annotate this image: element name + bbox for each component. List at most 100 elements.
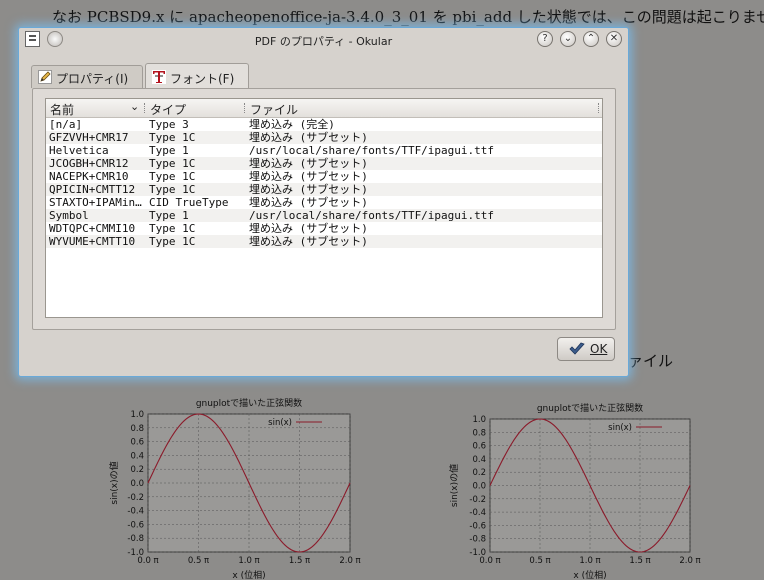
x-tick-label: 0.5 π bbox=[188, 556, 209, 566]
x-tick-label: 1.0 π bbox=[238, 556, 259, 566]
x-tick-label: 2.0 π bbox=[339, 556, 360, 566]
help-button[interactable]: ? bbox=[537, 31, 553, 47]
font-file-cell: /usr/local/share/fonts/TTF/ipagui.ttf bbox=[249, 144, 495, 157]
font-file-cell: 埋め込み (サブセット) bbox=[249, 235, 368, 248]
ok-button-label: OK bbox=[590, 342, 608, 356]
font-type-cell: Type 1 bbox=[149, 144, 189, 157]
font-type-cell: Type 1C bbox=[149, 157, 196, 170]
checkmark-icon bbox=[569, 342, 585, 355]
font-type-cell: Type 1C bbox=[149, 222, 196, 235]
font-type-cell: Type 1C bbox=[149, 131, 196, 144]
chart-title: gnuplotで描いた正弦関数 bbox=[196, 397, 302, 409]
font-name-cell: WDTQPC+CMMI10 bbox=[49, 222, 136, 235]
y-axis-label: sin(x)の値 bbox=[108, 461, 120, 504]
minimize-button[interactable]: ⌄ bbox=[560, 31, 576, 47]
table-row[interactable]: QPICIN+CMTT12 Type 1C 埋め込み (サブセット) bbox=[46, 183, 602, 196]
tab-fonts[interactable]: フォント(F) bbox=[145, 63, 249, 89]
maximize-button[interactable]: ⌃ bbox=[583, 31, 599, 47]
document-text-fragment: ァイル bbox=[628, 352, 674, 370]
font-name-cell: QPICIN+CMTT12 bbox=[49, 183, 136, 196]
y-tick-label: 0.6 bbox=[472, 442, 486, 452]
x-tick-label: 0.0 π bbox=[479, 556, 500, 566]
font-name-cell: NACEPK+CMR10 bbox=[49, 170, 129, 183]
y-tick-label: 0.6 bbox=[130, 438, 144, 448]
x-tick-label: 0.5 π bbox=[529, 556, 550, 566]
x-tick-label: 2.0 π bbox=[679, 556, 700, 566]
y-tick-label: -0.2 bbox=[127, 493, 144, 503]
y-tick-label: 0.8 bbox=[130, 424, 144, 434]
column-header-name[interactable]: 名前 bbox=[50, 101, 74, 118]
y-tick-label: -0.6 bbox=[127, 520, 144, 530]
font-name-cell: GFZVVH+CMR17 bbox=[49, 131, 129, 144]
y-tick-label: 0.2 bbox=[130, 465, 144, 475]
table-row[interactable]: Helvetica Type 1/usr/local/share/fonts/TT… bbox=[46, 144, 602, 157]
font-name-cell: STAXTO+IPAMin… bbox=[49, 196, 142, 209]
y-tick-label: 0.0 bbox=[130, 479, 144, 489]
column-header-file[interactable]: ファイル bbox=[250, 101, 298, 118]
y-tick-label: 1.0 bbox=[472, 415, 486, 425]
close-button[interactable]: ✕ bbox=[606, 31, 622, 47]
table-row[interactable]: NACEPK+CMR10 Type 1C 埋め込み (サブセット) bbox=[46, 170, 602, 183]
y-tick-label: -0.8 bbox=[127, 534, 144, 544]
document-text-line: なお PCBSD9.x に apacheopenoffice-ja-3.4.0_… bbox=[52, 8, 764, 26]
column-divider[interactable] bbox=[144, 103, 146, 113]
font-file-cell: /usr/local/share/fonts/TTF/ipagui.ttf bbox=[249, 209, 495, 222]
font-type-cell: Type 1C bbox=[149, 235, 196, 248]
tab-fonts-label: フォント(F) bbox=[170, 72, 235, 86]
table-row[interactable]: Symbol Type 1/usr/local/share/fonts/TTF/i… bbox=[46, 209, 602, 222]
title-bar[interactable]: PDF のプロパティ - Okular ? ⌄ ⌃ ✕ bbox=[19, 28, 628, 52]
y-tick-label: -0.4 bbox=[469, 508, 486, 518]
font-type-cell: Type 1 bbox=[149, 209, 189, 222]
pencil-icon bbox=[38, 70, 52, 84]
font-type-cell: CID TrueType bbox=[149, 196, 229, 209]
ok-button[interactable]: OK bbox=[557, 337, 615, 361]
column-divider[interactable] bbox=[244, 103, 246, 113]
table-row[interactable]: WYVUME+CMTT10 Type 1C 埋め込み (サブセット) bbox=[46, 235, 602, 248]
font-file-cell: 埋め込み (サブセット) bbox=[249, 196, 368, 209]
table-row[interactable]: STAXTO+IPAMin… CID TrueType 埋め込み (サブセット) bbox=[46, 196, 602, 209]
y-tick-label: 0.4 bbox=[130, 451, 144, 461]
font-name-cell: WYVUME+CMTT10 bbox=[49, 235, 136, 248]
font-type-cell: Type 3 bbox=[149, 118, 189, 131]
y-tick-label: 0.4 bbox=[472, 455, 486, 465]
font-type-cell: Type 1C bbox=[149, 170, 196, 183]
x-axis-label: x (位相) bbox=[573, 569, 606, 580]
y-tick-label: -0.8 bbox=[469, 535, 486, 545]
chart-title: gnuplotで描いた正弦関数 bbox=[537, 402, 643, 414]
font-list[interactable]: 名前 ⌄ タイプ ファイル [n/a] Type 3 埋め込み (完全) GFZVVH… bbox=[45, 98, 603, 318]
y-tick-label: 0.8 bbox=[472, 428, 486, 438]
x-tick-label: 1.5 π bbox=[629, 556, 650, 566]
legend-label: sin(x) bbox=[268, 418, 292, 428]
table-row[interactable]: GFZVVH+CMR17 Type 1C 埋め込み (サブセット) bbox=[46, 131, 602, 144]
x-axis-label: x (位相) bbox=[232, 569, 265, 580]
font-file-cell: 埋め込み (サブセット) bbox=[249, 222, 368, 235]
font-name-cell: JCOGBH+CMR12 bbox=[49, 157, 129, 170]
font-icon bbox=[152, 70, 166, 84]
y-tick-label: 0.2 bbox=[472, 468, 486, 478]
font-file-cell: 埋め込み (サブセット) bbox=[249, 157, 368, 170]
table-row[interactable]: WDTQPC+CMMI10 Type 1C 埋め込み (サブセット) bbox=[46, 222, 602, 235]
x-tick-label: 1.0 π bbox=[579, 556, 600, 566]
x-tick-label: 0.0 π bbox=[137, 556, 158, 566]
y-tick-label: -0.6 bbox=[469, 521, 486, 531]
font-file-cell: 埋め込み (サブセット) bbox=[249, 183, 368, 196]
fonts-panel: 名前 ⌄ タイプ ファイル [n/a] Type 3 埋め込み (完全) GFZVVH… bbox=[32, 88, 616, 330]
font-file-cell: 埋め込み (サブセット) bbox=[249, 131, 368, 144]
font-name-cell: [n/a] bbox=[49, 118, 83, 131]
font-file-cell: 埋め込み (完全) bbox=[249, 118, 335, 131]
column-header-type[interactable]: タイプ bbox=[150, 101, 186, 118]
y-tick-label: -0.2 bbox=[469, 495, 486, 505]
legend-label: sin(x) bbox=[608, 423, 632, 433]
column-divider[interactable] bbox=[598, 103, 600, 113]
table-row[interactable]: JCOGBH+CMR12 Type 1C 埋め込み (サブセット) bbox=[46, 157, 602, 170]
tab-properties[interactable]: プロパティ(I) bbox=[31, 65, 143, 88]
y-tick-label: -0.4 bbox=[127, 507, 144, 517]
sort-chevron-down-icon[interactable]: ⌄ bbox=[130, 100, 139, 113]
font-file-cell: 埋め込み (サブセット) bbox=[249, 170, 368, 183]
list-header: 名前 ⌄ タイプ ファイル bbox=[46, 99, 602, 118]
sine-chart-left: 1.0 0.8 0.6 0.4 0.2 0.0 -0.2 -0.4 -0.6 -0.8 -1.0 0.… bbox=[105, 392, 365, 580]
sine-chart-right: 1.0 0.8 0.6 0.4 0.2 0.0 -0.2 -0.4 -0.6 -0.8 -1.0 0.… bbox=[445, 397, 707, 580]
table-row[interactable]: [n/a] Type 3 埋め込み (完全) bbox=[46, 118, 602, 131]
y-axis-label: sin(x)の値 bbox=[448, 464, 460, 507]
font-name-cell: Symbol bbox=[49, 209, 89, 222]
